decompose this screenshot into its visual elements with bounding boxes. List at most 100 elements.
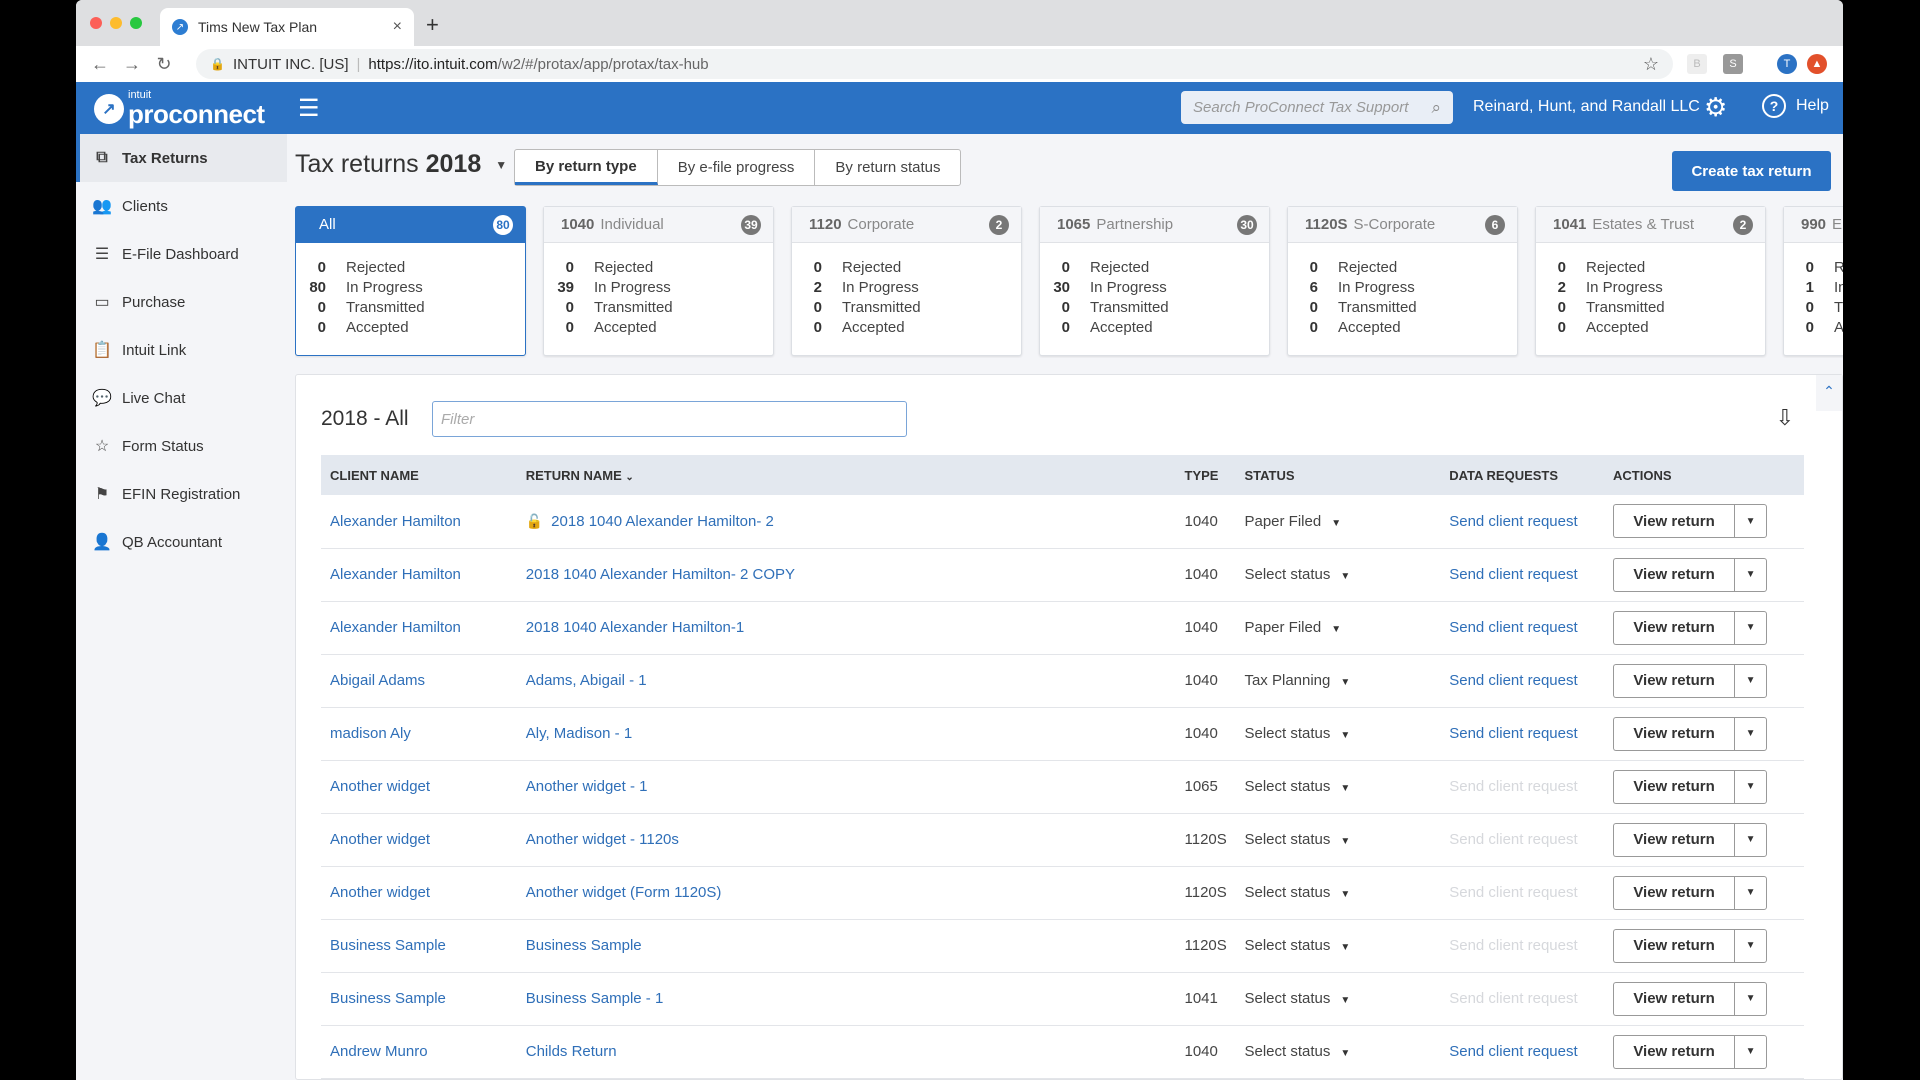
send-client-request-link[interactable]: Send client request <box>1449 513 1577 530</box>
client-name-link[interactable]: Alexander Hamilton <box>330 566 461 583</box>
actions-dropdown-button[interactable]: ▼ <box>1734 663 1768 698</box>
send-client-request-link[interactable]: Send client request <box>1449 725 1577 742</box>
return-name-link[interactable]: 2018 1040 Alexander Hamilton- 2 COPY <box>526 566 795 583</box>
actions-dropdown-button[interactable]: ▼ <box>1734 610 1768 645</box>
minimize-window-button[interactable] <box>110 17 122 29</box>
client-name-link[interactable]: Abigail Adams <box>330 672 425 689</box>
create-tax-return-button[interactable]: Create tax return <box>1672 151 1831 191</box>
support-search-input[interactable] <box>1193 99 1432 116</box>
gear-icon[interactable]: ⚙ <box>1704 92 1727 123</box>
client-name-link[interactable]: Another widget <box>330 831 430 848</box>
return-name-link[interactable]: Aly, Madison - 1 <box>526 725 632 742</box>
card-1041[interactable]: 1041 Estates & Trust 2 0 Rejected 2 In Progres… <box>1535 206 1766 356</box>
sidebar-item-tax-returns[interactable]: ⧉ Tax Returns <box>76 134 287 182</box>
return-name-link[interactable]: 2018 1040 Alexander Hamilton-1 <box>526 619 744 636</box>
reload-icon[interactable]: ↻ <box>148 54 180 75</box>
card-1120[interactable]: 1120 Corporate 2 0 Rejected 2 In Progress 0 Tran… <box>791 206 1022 356</box>
card-1120s[interactable]: 1120S S-Corporate 6 0 Rejected 6 In Progress 0 T… <box>1287 206 1518 356</box>
view-return-button[interactable]: View return <box>1613 663 1735 698</box>
sidebar-item-purchase[interactable]: ▭ Purchase <box>76 278 287 326</box>
status-dropdown[interactable]: Tax Planning ▼ <box>1244 672 1350 689</box>
sidebar-item-clients[interactable]: 👥 Clients <box>76 182 287 230</box>
tab-by-return-status[interactable]: By return status <box>815 150 960 185</box>
client-name-link[interactable]: Business Sample <box>330 990 446 1007</box>
actions-dropdown-button[interactable]: ▼ <box>1734 1034 1768 1069</box>
status-dropdown[interactable]: Select status ▼ <box>1244 937 1350 954</box>
extension-upload-icon[interactable]: ▲ <box>1807 54 1827 74</box>
extension-s-icon[interactable]: S <box>1723 54 1743 74</box>
tax-pro-extension-icon[interactable]: T <box>1777 54 1797 74</box>
send-client-request-link[interactable]: Send client request <box>1449 1043 1577 1060</box>
actions-dropdown-button[interactable]: ▼ <box>1734 557 1768 592</box>
status-dropdown[interactable]: Select status ▼ <box>1244 1043 1350 1060</box>
new-tab-button[interactable]: + <box>426 12 439 38</box>
browser-tab[interactable]: ↗ Tims New Tax Plan × <box>160 8 414 46</box>
client-name-link[interactable]: Another widget <box>330 884 430 901</box>
status-dropdown[interactable]: Select status ▼ <box>1244 778 1350 795</box>
help-button[interactable]: ? Help <box>1762 94 1829 118</box>
client-name-link[interactable]: madison Aly <box>330 725 411 742</box>
actions-dropdown-button[interactable]: ▼ <box>1734 504 1768 539</box>
sidebar-item-e-file-dashboard[interactable]: ☰ E-File Dashboard <box>76 230 287 278</box>
card-all[interactable]: All 80 0 Rejected 80 In Progress 0 Transmitted 0… <box>295 206 526 356</box>
status-dropdown[interactable]: Select status ▼ <box>1244 884 1350 901</box>
status-dropdown[interactable]: Paper Filed ▼ <box>1244 619 1341 636</box>
view-return-button[interactable]: View return <box>1613 769 1735 804</box>
send-client-request-link[interactable]: Send client request <box>1449 566 1577 583</box>
url-field[interactable]: 🔒 INTUIT INC. [US] | https://ito.intuit.… <box>196 49 1673 79</box>
bookmark-star-icon[interactable]: ☆ <box>1643 54 1659 75</box>
forward-icon[interactable]: → <box>116 54 148 75</box>
return-name-link[interactable]: Business Sample <box>526 937 642 954</box>
send-client-request-link[interactable]: Send client request <box>1449 672 1577 689</box>
status-dropdown[interactable]: Paper Filed ▼ <box>1244 513 1341 530</box>
client-name-link[interactable]: Business Sample <box>330 937 446 954</box>
close-tab-icon[interactable]: × <box>393 18 402 36</box>
org-name[interactable]: Reinard, Hunt, and Randall LLC <box>1473 98 1700 116</box>
view-return-button[interactable]: View return <box>1613 928 1735 963</box>
sort-chevron-down-icon[interactable]: ⌄ <box>625 472 633 483</box>
client-name-link[interactable]: Alexander Hamilton <box>330 619 461 636</box>
view-return-button[interactable]: View return <box>1613 610 1735 645</box>
close-window-button[interactable] <box>90 17 102 29</box>
status-dropdown[interactable]: Select status ▼ <box>1244 990 1350 1007</box>
actions-dropdown-button[interactable]: ▼ <box>1734 875 1768 910</box>
return-name-link[interactable]: Another widget - 1120s <box>526 831 679 848</box>
status-dropdown[interactable]: Select status ▼ <box>1244 831 1350 848</box>
sidebar-item-form-status[interactable]: ☆ Form Status <box>76 422 287 470</box>
send-client-request-link[interactable]: Send client request <box>1449 619 1577 636</box>
card-990[interactable]: 990 E 0 Rejected 1 In Progress 0 Transmitted 0 Ac… <box>1783 206 1843 356</box>
proconnect-logo[interactable]: ↗ intuit proconnect <box>94 90 265 127</box>
actions-dropdown-button[interactable]: ▼ <box>1734 716 1768 751</box>
search-icon[interactable]: ⌕ <box>1431 98 1441 118</box>
status-dropdown[interactable]: Select status ▼ <box>1244 725 1350 742</box>
sidebar-item-live-chat[interactable]: 💬 Live Chat <box>76 374 287 422</box>
actions-dropdown-button[interactable]: ▼ <box>1734 769 1768 804</box>
tab-by-return-type[interactable]: By return type <box>515 150 658 185</box>
card-1065[interactable]: 1065 Partnership 30 0 Rejected 30 In Progress 0… <box>1039 206 1270 356</box>
return-name-link[interactable]: Another widget - 1 <box>526 778 648 795</box>
card-1040[interactable]: 1040 Individual 39 0 Rejected 39 In Progress 0 T… <box>543 206 774 356</box>
actions-dropdown-button[interactable]: ▼ <box>1734 981 1768 1016</box>
sidebar-item-qb-accountant[interactable]: 👤 QB Accountant <box>76 518 287 566</box>
filter-input[interactable] <box>432 401 907 437</box>
extension-b-icon[interactable]: B <box>1687 54 1707 74</box>
return-name-link[interactable]: Another widget (Form 1120S) <box>526 884 722 901</box>
column-return-name[interactable]: RETURN NAME ⌄ <box>517 455 1176 495</box>
maximize-window-button[interactable] <box>130 17 142 29</box>
hamburger-menu-icon[interactable]: ☰ <box>298 94 320 123</box>
sidebar-item-efin-registration[interactable]: ⚑ EFIN Registration <box>76 470 287 518</box>
collapse-chevron-up-icon[interactable]: ⌃ <box>1816 375 1842 411</box>
view-return-button[interactable]: View return <box>1613 822 1735 857</box>
sidebar-item-intuit-link[interactable]: 📋 Intuit Link <box>76 326 287 374</box>
actions-dropdown-button[interactable]: ▼ <box>1734 928 1768 963</box>
tab-by-e-file-progress[interactable]: By e-file progress <box>658 150 816 185</box>
actions-dropdown-button[interactable]: ▼ <box>1734 822 1768 857</box>
view-return-button[interactable]: View return <box>1613 504 1735 539</box>
client-name-link[interactable]: Alexander Hamilton <box>330 513 461 530</box>
return-name-link[interactable]: 2018 1040 Alexander Hamilton- 2 <box>551 513 774 530</box>
view-return-button[interactable]: View return <box>1613 557 1735 592</box>
client-name-link[interactable]: Andrew Munro <box>330 1043 428 1060</box>
year-dropdown-icon[interactable]: ▼ <box>495 158 507 172</box>
client-name-link[interactable]: Another widget <box>330 778 430 795</box>
view-return-button[interactable]: View return <box>1613 716 1735 751</box>
